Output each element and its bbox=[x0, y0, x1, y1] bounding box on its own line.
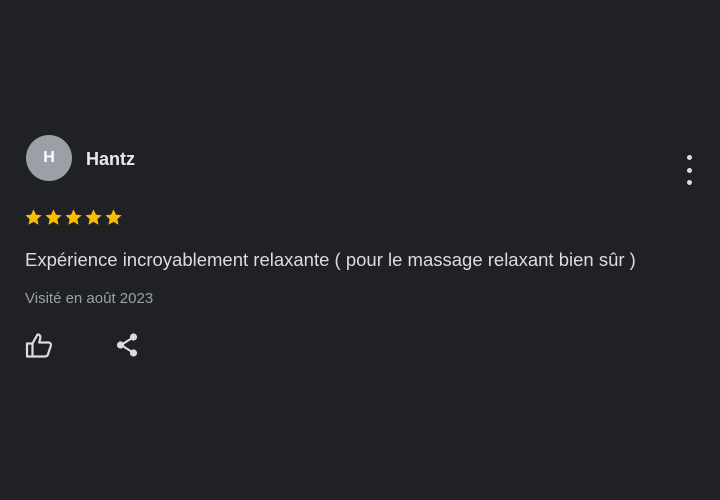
star-icon bbox=[85, 209, 102, 225]
more-vertical-icon-dot bbox=[686, 167, 692, 173]
thumb-up-icon bbox=[25, 333, 53, 358]
avatar[interactable]: H bbox=[26, 135, 72, 181]
visit-date: Visité en août 2023 bbox=[25, 290, 154, 307]
like-button[interactable] bbox=[24, 331, 54, 359]
more-vertical-icon-dot bbox=[686, 180, 692, 185]
star-icon bbox=[65, 209, 82, 225]
author-name[interactable]: Hantz bbox=[86, 148, 135, 170]
star-icon bbox=[105, 209, 122, 225]
review-card: H Hantz Expérience incroyablement relaxa… bbox=[0, 0, 720, 500]
more-vertical-icon bbox=[686, 155, 692, 160]
share-icon bbox=[116, 333, 138, 357]
review-text: Expérience incroyablement relaxante ( po… bbox=[25, 249, 636, 270]
share-button[interactable] bbox=[114, 332, 140, 358]
avatar-initial: H bbox=[43, 149, 55, 166]
more-options-button[interactable] bbox=[677, 155, 701, 185]
star-icon bbox=[25, 209, 42, 225]
star-icon bbox=[45, 209, 62, 225]
star-rating bbox=[24, 208, 123, 227]
